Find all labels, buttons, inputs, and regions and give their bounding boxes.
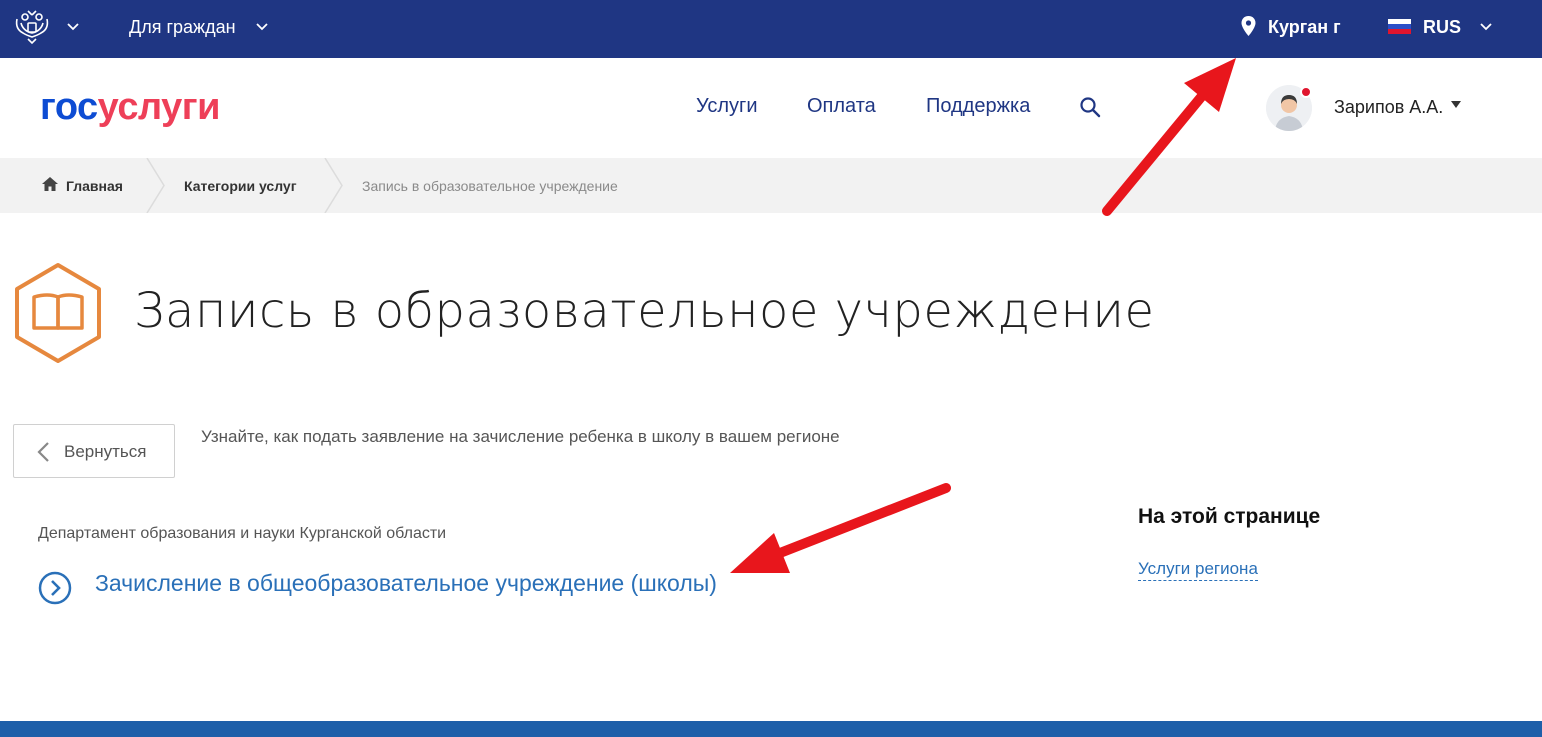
breadcrumb-separator xyxy=(324,158,343,213)
nav-support[interactable]: Поддержка xyxy=(926,95,1030,118)
regional-services-link[interactable]: Услуги региона xyxy=(1138,559,1258,581)
open-book-icon xyxy=(15,263,101,363)
search-icon[interactable] xyxy=(1079,96,1101,118)
logo-part-gos: гос xyxy=(40,86,98,128)
user-name[interactable]: Зарипов А.А. xyxy=(1334,97,1443,118)
location-selector[interactable]: Курган г xyxy=(1268,17,1341,38)
language-selector[interactable]: RUS xyxy=(1423,17,1461,38)
breadcrumb-categories[interactable]: Категории услуг xyxy=(184,178,297,194)
location-pin-icon[interactable] xyxy=(1241,16,1256,36)
breadcrumb-separator xyxy=(146,158,165,213)
footer-bar xyxy=(0,721,1542,737)
notification-dot xyxy=(1300,86,1312,98)
back-button-label: Вернуться xyxy=(64,442,147,461)
page-title: Запись в образовательное учреждение xyxy=(134,283,1155,339)
chevron-down-icon[interactable] xyxy=(1479,20,1493,34)
caret-down-icon[interactable] xyxy=(1451,101,1461,109)
breadcrumb: Главная Категории услуг Запись в образов… xyxy=(0,158,1542,213)
russian-flag-icon xyxy=(1388,19,1411,34)
coat-of-arms-icon[interactable] xyxy=(13,9,51,45)
logo-part-uslugi: услуги xyxy=(97,86,221,128)
service-link-school-enrollment[interactable]: Зачисление в общеобразовательное учрежде… xyxy=(95,570,717,597)
audience-selector[interactable]: Для граждан xyxy=(129,17,236,38)
on-this-page-title: На этой странице xyxy=(1138,505,1321,528)
nav-services[interactable]: Услуги xyxy=(696,95,758,118)
home-icon[interactable] xyxy=(41,176,59,192)
chevron-circle-right-icon[interactable] xyxy=(38,571,72,605)
breadcrumb-current: Запись в образовательное учреждение xyxy=(362,178,618,194)
chevron-down-icon[interactable] xyxy=(66,20,80,34)
chevron-down-icon[interactable] xyxy=(255,20,269,34)
annotation-arrow-service xyxy=(730,483,951,573)
breadcrumb-home[interactable]: Главная xyxy=(66,178,123,194)
nav-payment[interactable]: Оплата xyxy=(807,95,876,118)
back-button[interactable]: Вернуться xyxy=(13,424,175,478)
department-name: Департамент образования и науки Курганск… xyxy=(38,525,447,542)
gosuslugi-logo[interactable]: госуслуги xyxy=(40,86,220,129)
top-bar: Для граждан Курган г RUS xyxy=(0,0,1542,58)
intro-text: Узнайте, как подать заявление на зачисле… xyxy=(201,427,840,446)
chevron-left-icon xyxy=(37,442,49,462)
